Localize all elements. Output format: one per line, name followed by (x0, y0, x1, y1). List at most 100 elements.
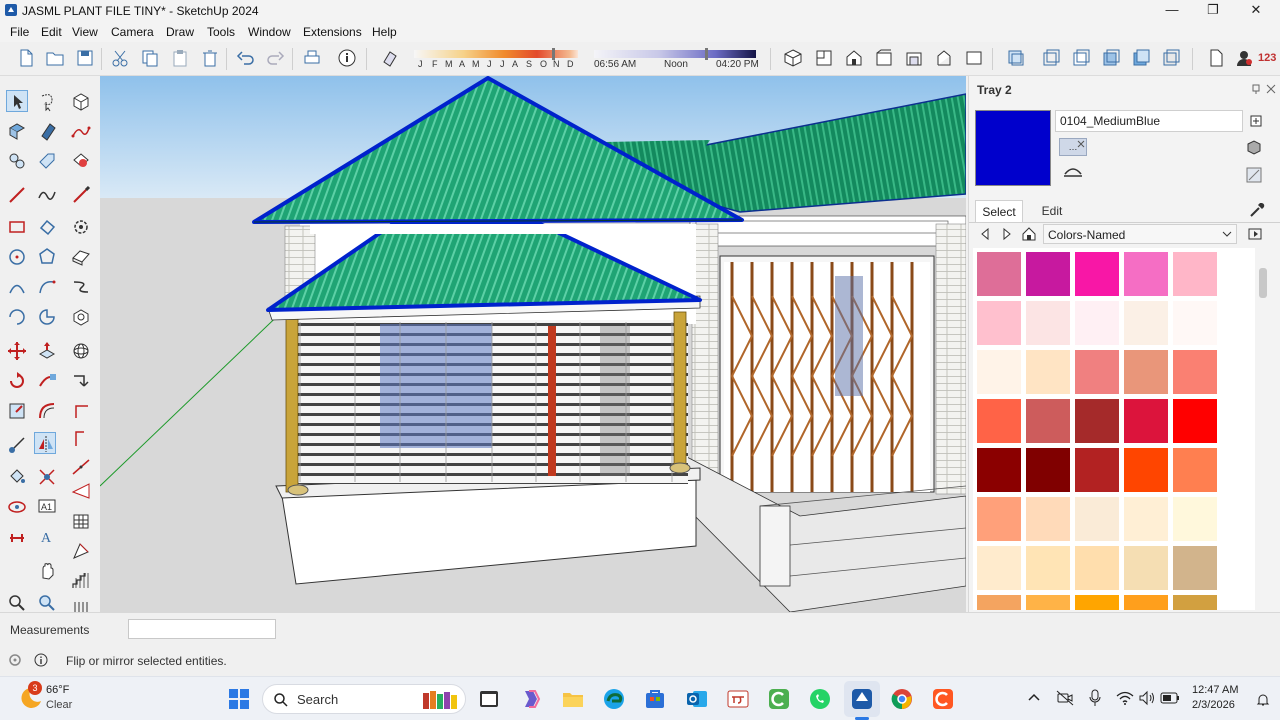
color-swatch[interactable] (1026, 399, 1070, 443)
clock-time[interactable]: 12:47 AM (1192, 684, 1238, 696)
color-swatch[interactable] (1173, 448, 1217, 492)
hidden-line-style-icon[interactable] (1071, 48, 1091, 68)
color-swatch[interactable] (1173, 497, 1217, 541)
rectangle-tool-icon[interactable] (6, 216, 28, 238)
select-tool-icon[interactable] (6, 90, 28, 112)
notification-bell-icon[interactable] (1256, 693, 1270, 707)
paste-icon[interactable] (170, 48, 190, 68)
color-swatch[interactable] (1075, 252, 1119, 296)
ext-wedge-icon[interactable] (70, 480, 92, 502)
ext-stretch-icon[interactable] (70, 540, 92, 562)
ext-slope-icon[interactable] (70, 428, 92, 450)
color-swatch[interactable] (1075, 399, 1119, 443)
ext-corner-icon[interactable] (70, 400, 92, 422)
geo-location-icon[interactable] (8, 653, 22, 667)
color-swatch[interactable] (1026, 546, 1070, 590)
menu-file[interactable]: File (10, 25, 29, 39)
material-container-icon[interactable] (1245, 138, 1263, 156)
ext-shape-icon[interactable] (70, 306, 92, 328)
line-tool-icon[interactable] (6, 184, 28, 206)
ext-coil-icon[interactable] (70, 276, 92, 298)
color-swatch[interactable] (1026, 497, 1070, 541)
group-icon[interactable] (6, 150, 28, 172)
flip-tool-icon[interactable] (34, 432, 56, 454)
color-swatch[interactable] (1026, 252, 1070, 296)
front-view-icon[interactable] (844, 48, 864, 68)
scale-tool-icon[interactable] (6, 400, 28, 422)
top-view-icon[interactable] (814, 48, 834, 68)
eyedropper-icon[interactable] (1247, 200, 1267, 220)
color-swatch[interactable] (1173, 546, 1217, 590)
toolbar-overflow[interactable]: 123 (1258, 52, 1276, 64)
monochrome-style-icon[interactable] (1161, 48, 1181, 68)
color-swatch[interactable] (1075, 546, 1119, 590)
color-swatch[interactable] (977, 546, 1021, 590)
color-swatch[interactable] (1026, 301, 1070, 345)
eraser-tool-icon[interactable] (36, 120, 58, 142)
left-view-icon[interactable] (934, 48, 954, 68)
bottom-view-icon[interactable] (964, 48, 984, 68)
measurements-input[interactable] (128, 619, 276, 639)
ext-cube-icon[interactable] (70, 90, 92, 112)
ext-knife-icon[interactable] (70, 184, 92, 206)
move-tool-icon[interactable] (6, 340, 28, 362)
ext-paint-icon[interactable] (70, 150, 92, 172)
taskbar-search[interactable]: Search (262, 684, 466, 714)
weather-temp[interactable]: 66°F (46, 684, 69, 696)
color-swatch[interactable] (977, 252, 1021, 296)
sample-icon[interactable] (1245, 166, 1263, 184)
new-material-icon[interactable] (1249, 114, 1263, 128)
tag-tool-icon[interactable] (36, 150, 58, 172)
user-icon[interactable] (1234, 48, 1254, 68)
sample-paint-icon[interactable] (36, 466, 58, 488)
color-swatch[interactable] (1124, 595, 1168, 610)
color-swatch[interactable] (1124, 546, 1168, 590)
ext-sphere-icon[interactable] (70, 340, 92, 362)
arc-tool-icon[interactable] (6, 276, 28, 298)
color-swatch[interactable] (1124, 399, 1168, 443)
menu-extensions[interactable]: Extensions (303, 25, 362, 39)
page-icon[interactable] (1206, 48, 1226, 68)
material-preview[interactable] (975, 110, 1051, 186)
back-arrow-icon[interactable] (977, 226, 993, 242)
circle-tool-icon[interactable] (6, 246, 28, 268)
text-tool-icon[interactable]: A1 (36, 496, 58, 518)
zoom-extents-icon[interactable] (36, 592, 58, 614)
color-swatch[interactable] (977, 301, 1021, 345)
color-swatch[interactable] (1124, 301, 1168, 345)
color-swatch[interactable] (1173, 252, 1217, 296)
dimension-tool-icon[interactable]: A (36, 526, 58, 548)
color-swatch[interactable] (1075, 448, 1119, 492)
library-dropdown[interactable]: Colors-Named (1043, 224, 1237, 244)
color-swatch[interactable] (1026, 350, 1070, 394)
model-viewport[interactable] (100, 76, 966, 612)
copilot-icon[interactable] (519, 687, 543, 711)
color-swatch[interactable] (1124, 350, 1168, 394)
lasso-select-icon[interactable] (36, 90, 58, 112)
minimize-button[interactable]: — (1152, 0, 1192, 22)
windows-start-icon[interactable] (227, 687, 251, 711)
color-swatch[interactable] (1026, 595, 1070, 610)
menu-help[interactable]: Help (372, 25, 397, 39)
shaded-style-icon[interactable] (1101, 48, 1121, 68)
rotated-rectangle-icon[interactable] (36, 216, 58, 238)
menu-tools[interactable]: Tools (207, 25, 235, 39)
polygon-tool-icon[interactable] (36, 246, 58, 268)
swatch-scrollbar[interactable] (1257, 248, 1269, 610)
new-file-icon[interactable] (16, 48, 36, 68)
ext-curve-icon[interactable] (70, 120, 92, 142)
home-icon[interactable] (1021, 226, 1037, 242)
orange-app-icon[interactable] (931, 687, 955, 711)
color-swatch[interactable] (1124, 252, 1168, 296)
details-arrow-icon[interactable] (1247, 226, 1263, 242)
chrome-icon[interactable] (890, 687, 914, 711)
wireframe-style-icon[interactable] (1041, 48, 1061, 68)
meet-now-icon[interactable] (1056, 690, 1074, 706)
offset-edges-icon[interactable] (36, 400, 58, 422)
color-swatch[interactable] (1075, 350, 1119, 394)
material-name-field[interactable]: 0104_MediumBlue (1055, 110, 1243, 132)
color-swatch[interactable] (1124, 497, 1168, 541)
color-swatch[interactable] (1124, 448, 1168, 492)
two-point-arc-icon[interactable] (36, 276, 58, 298)
color-swatch[interactable] (1075, 595, 1119, 610)
